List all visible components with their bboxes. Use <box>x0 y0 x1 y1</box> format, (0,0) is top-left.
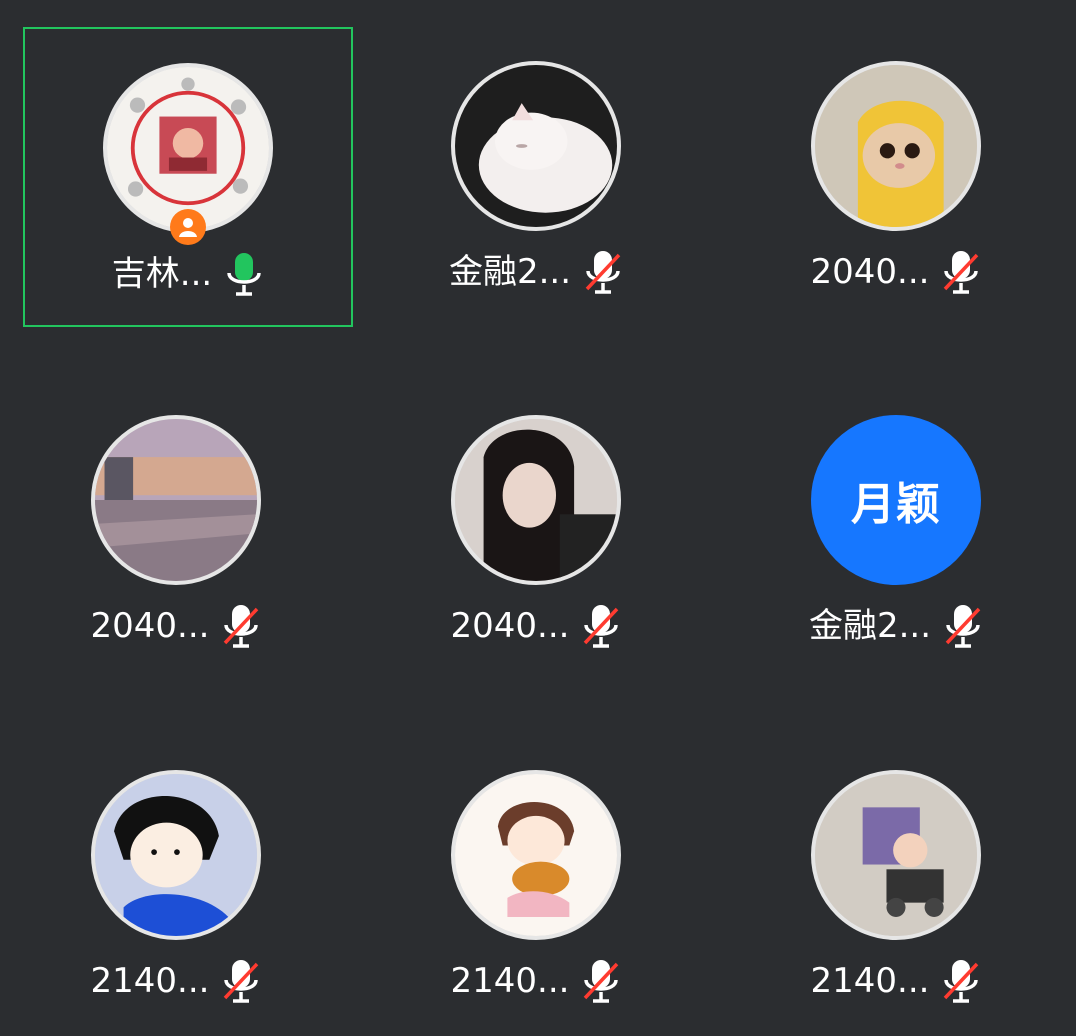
participant-name: 2140... <box>810 961 930 1001</box>
text-avatar: 月颖 <box>811 415 981 585</box>
mic-muted-icon[interactable] <box>943 603 983 649</box>
participant-tile[interactable]: 2040... <box>371 381 701 681</box>
sleeping-white-cat-avatar <box>451 61 621 231</box>
yellow-hood-cat-avatar <box>811 61 981 231</box>
avatar-container <box>451 415 621 585</box>
participant-name: 2040... <box>450 606 570 646</box>
participant-name: 2040... <box>90 606 210 646</box>
mic-muted-icon[interactable] <box>581 603 621 649</box>
avatar-container: 月颖 <box>811 415 981 585</box>
name-row: 2040... <box>11 603 341 649</box>
name-row: 金融2... <box>731 603 1061 649</box>
participant-tile[interactable]: 2140... <box>731 736 1061 1036</box>
participant-name: 金融2... <box>808 606 932 646</box>
name-row: 2140... <box>371 958 701 1004</box>
avatar-container <box>91 770 261 940</box>
mic-muted-icon[interactable] <box>221 958 261 1004</box>
avatar-container <box>811 61 981 231</box>
participant-name: 2140... <box>90 961 210 1001</box>
participant-tile[interactable]: 2040... <box>11 381 341 681</box>
avatar-container <box>451 770 621 940</box>
participant-name: 金融2... <box>448 252 572 292</box>
name-row: 2140... <box>731 958 1061 1004</box>
collage-avatar <box>103 63 273 233</box>
participant-tile[interactable]: 2040... <box>731 27 1061 327</box>
avatar-container <box>811 770 981 940</box>
name-row: 吉林... <box>25 251 351 297</box>
participant-tile[interactable]: 月颖 金融2... <box>731 381 1061 681</box>
girl-portrait-avatar <box>451 415 621 585</box>
name-row: 金融2... <box>371 249 701 295</box>
participant-tile[interactable]: 2140... <box>11 736 341 1036</box>
host-badge-icon <box>170 209 206 245</box>
participant-name: 2040... <box>810 252 930 292</box>
mic-muted-icon[interactable] <box>581 958 621 1004</box>
name-row: 2140... <box>11 958 341 1004</box>
name-row: 2040... <box>371 603 701 649</box>
mic-muted-icon[interactable] <box>941 249 981 295</box>
name-row: 2040... <box>731 249 1061 295</box>
cartoon-girl-hug-avatar <box>451 770 621 940</box>
mic-muted-icon[interactable] <box>941 958 981 1004</box>
participant-name: 2140... <box>450 961 570 1001</box>
cartoon-girl-avatar <box>91 770 261 940</box>
participant-tile[interactable]: 金融2... <box>371 27 701 327</box>
avatar-container <box>103 63 273 245</box>
participant-tile[interactable]: 吉林... <box>23 27 353 327</box>
baby-car-avatar <box>811 770 981 940</box>
avatar-container <box>451 61 621 231</box>
sunset-campus-avatar <box>91 415 261 585</box>
avatar-container <box>91 415 261 585</box>
participant-name: 吉林... <box>111 254 213 294</box>
mic-muted-icon[interactable] <box>221 603 261 649</box>
mic-on-icon[interactable] <box>224 251 264 297</box>
mic-muted-icon[interactable] <box>583 249 623 295</box>
participant-tile[interactable]: 2140... <box>371 736 701 1036</box>
